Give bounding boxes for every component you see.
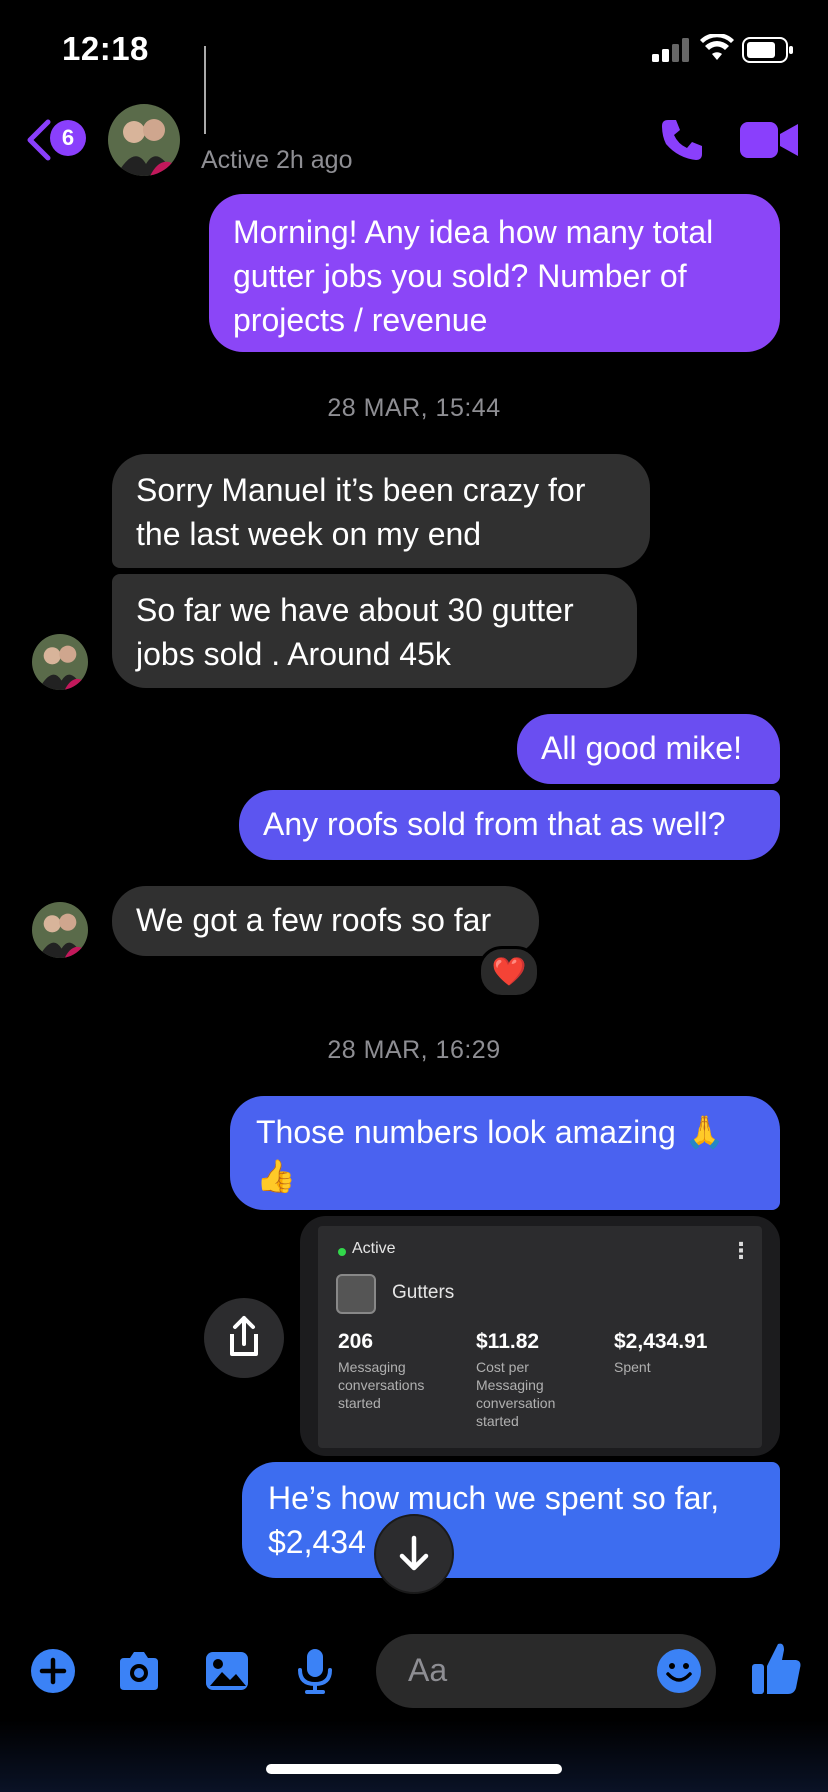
heart-reaction[interactable]: ❤️	[478, 946, 540, 998]
thumbs-up-icon[interactable]	[750, 1640, 802, 1696]
outgoing-message[interactable]: He’s how much we spent so far, $2,434	[242, 1462, 780, 1578]
cellular-signal-icon	[652, 38, 689, 62]
status-time: 12:18	[62, 30, 149, 67]
phone-call-icon[interactable]	[658, 116, 706, 164]
contact-avatar-small[interactable]	[32, 902, 88, 958]
metric-value: $11.82	[476, 1330, 540, 1353]
timestamp: 28 MAR, 16:29	[327, 1036, 501, 1064]
outgoing-message[interactable]: Those numbers look amazing 🙏 👍	[230, 1096, 780, 1210]
plus-icon[interactable]	[28, 1646, 78, 1696]
wifi-icon	[700, 34, 734, 60]
ad-thumbnail	[336, 1274, 376, 1314]
photo-gallery-icon[interactable]	[202, 1646, 252, 1696]
active-status: Active 2h ago	[201, 146, 353, 174]
timestamp: 28 MAR, 15:44	[327, 394, 501, 422]
scroll-to-bottom-button[interactable]	[374, 1514, 454, 1594]
unread-count-badge[interactable]: 6	[50, 120, 86, 156]
bottom-background	[0, 1720, 828, 1792]
incoming-message[interactable]: Sorry Manuel it’s been crazy for the las…	[112, 454, 650, 568]
contact-avatar[interactable]	[108, 104, 180, 176]
contact-avatar-small[interactable]	[32, 634, 88, 690]
more-options-icon: ⋮	[730, 1238, 752, 1263]
share-icon	[230, 1316, 258, 1356]
contact-name-redacted	[204, 46, 436, 134]
active-dot-icon	[338, 1248, 346, 1256]
ad-title: Gutters	[392, 1282, 455, 1303]
message-input-placeholder: Aa	[408, 1652, 448, 1688]
metric-label: Cost per Messaging conversation started	[476, 1359, 556, 1429]
home-indicator[interactable]	[266, 1764, 562, 1774]
video-call-icon[interactable]	[740, 120, 798, 160]
metric-value: 206	[338, 1330, 374, 1353]
arrow-down-icon	[399, 1535, 429, 1571]
emoji-icon[interactable]	[656, 1648, 702, 1694]
metric-value: $2,434.91	[614, 1330, 708, 1353]
ad-status: Active	[352, 1240, 396, 1257]
outgoing-message[interactable]: All good mike!	[517, 714, 780, 784]
microphone-icon[interactable]	[290, 1646, 340, 1696]
outgoing-message[interactable]: Any roofs sold from that as well?	[239, 790, 780, 860]
share-button[interactable]	[204, 1298, 284, 1378]
metric-label: Messaging conversations started	[338, 1359, 425, 1411]
incoming-message[interactable]: We got a few roofs so far	[112, 886, 539, 956]
metric-label: Spent	[614, 1359, 651, 1375]
battery-icon	[742, 37, 793, 63]
back-chevron-icon[interactable]	[24, 118, 52, 162]
camera-icon[interactable]	[114, 1646, 164, 1696]
outgoing-message[interactable]: Morning! Any idea how many total gutter …	[209, 194, 780, 352]
incoming-message[interactable]: So far we have about 30 gutter jobs sold…	[112, 574, 637, 688]
